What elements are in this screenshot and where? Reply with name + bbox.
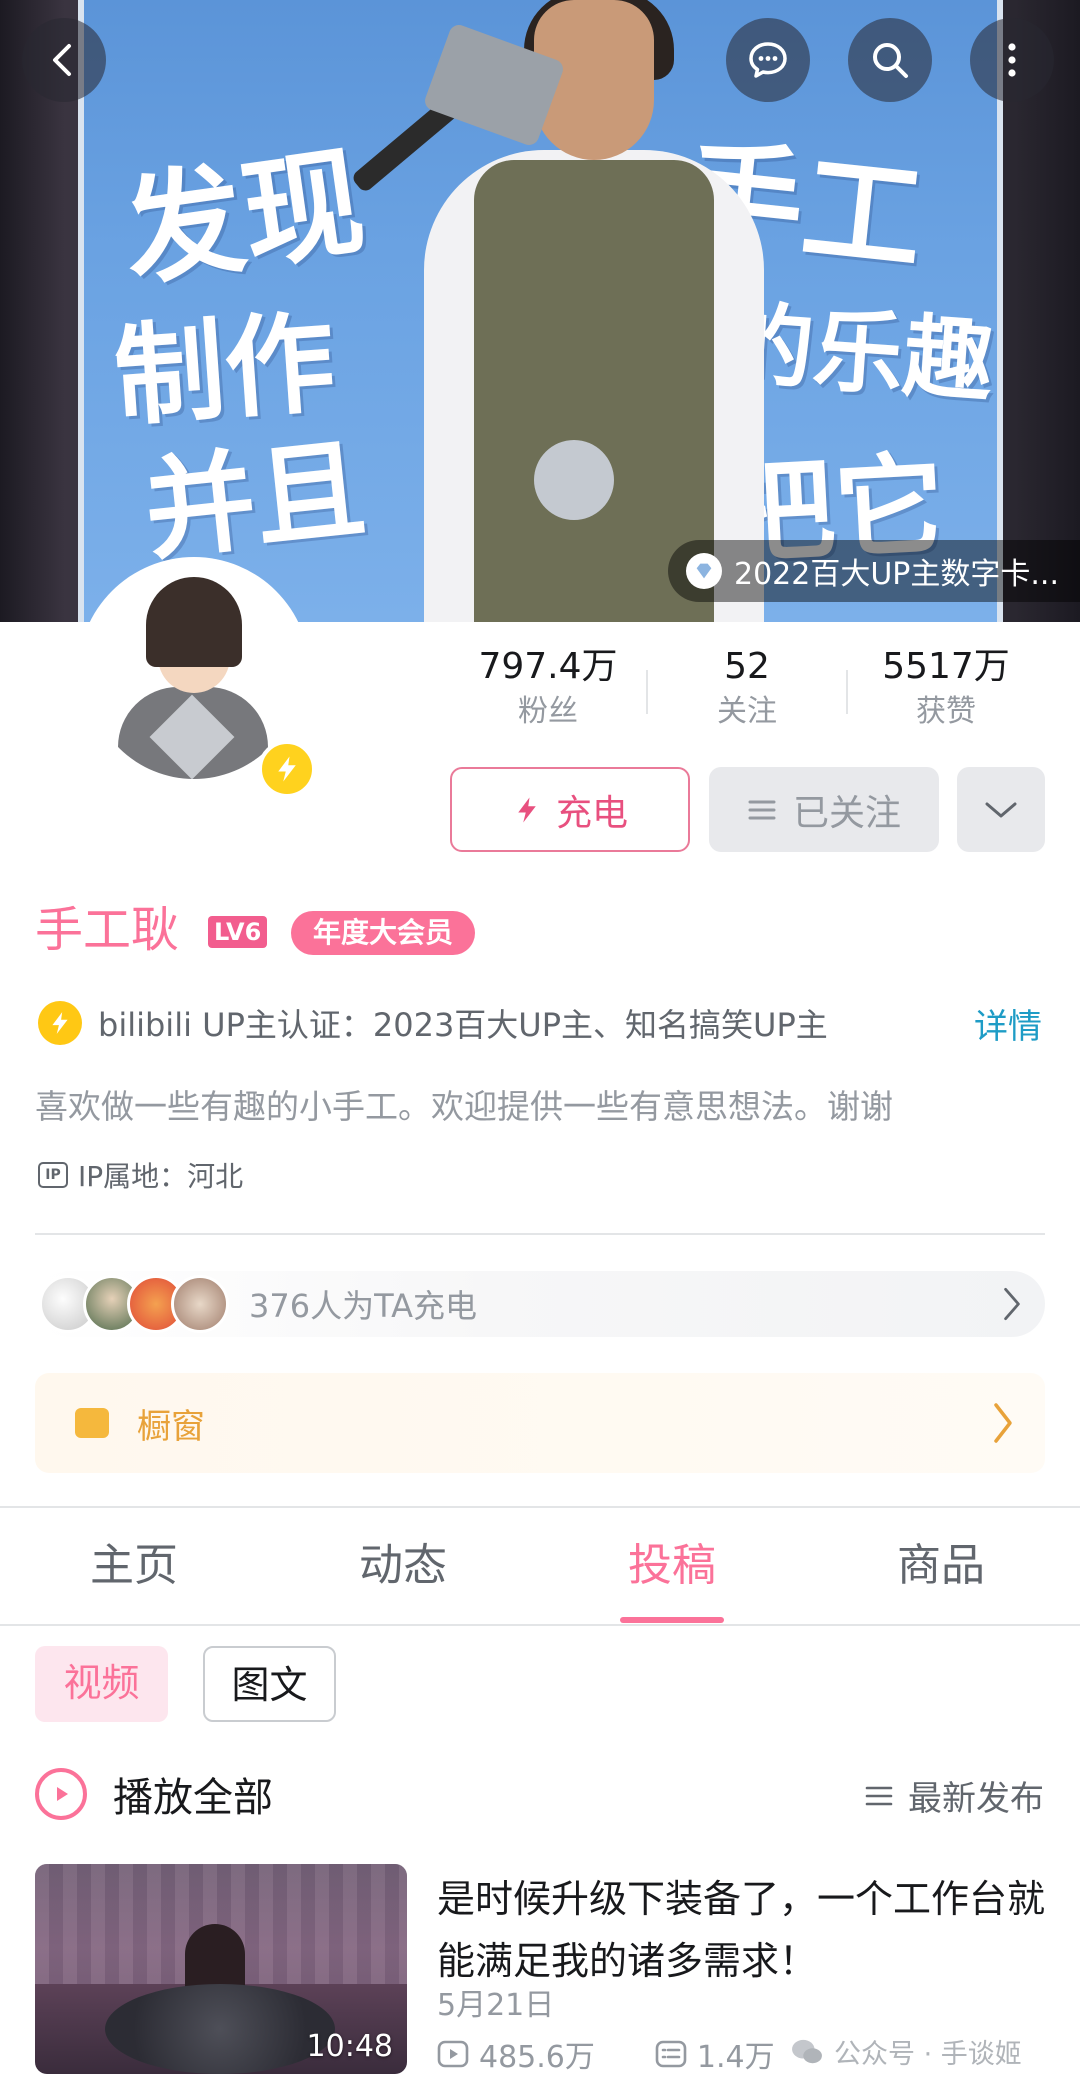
sort-label: 最新发布 [908, 1779, 1044, 1819]
tab-submissions[interactable]: 投稿 [572, 1536, 772, 1596]
banner-person [350, 0, 804, 622]
search-icon [873, 43, 908, 78]
username: 手工耿 [35, 902, 180, 958]
charging-supporters-row[interactable]: 376人为TA充电 [35, 1271, 1045, 1337]
watermark-text: 公众号 · 手谈姬 [834, 2039, 1022, 2070]
following-count: 52 [724, 646, 770, 687]
stat-likes[interactable]: 5517万 获赞 [846, 644, 1046, 734]
shop-icon [75, 1408, 109, 1438]
play-count-icon [437, 2040, 469, 2068]
watermark: 公众号 · 手谈姬 [790, 2032, 1022, 2071]
stat-following[interactable]: 52 关注 [647, 644, 847, 734]
vip-badge[interactable]: 年度大会员 [291, 911, 476, 955]
comment-count-icon [655, 2040, 687, 2068]
search-button[interactable] [848, 18, 932, 102]
ip-icon: IP [38, 1162, 68, 1188]
tab-products[interactable]: 商品 [841, 1536, 1041, 1596]
menu-lines-icon [748, 800, 776, 819]
chevron-right-icon [1004, 1287, 1020, 1321]
verification-row: bilibili UP主认证：2023百大UP主、知名搞笑UP主 [38, 1000, 828, 1046]
digital-card-label: 2022百大UP主数字卡... [734, 557, 1060, 592]
fans-label: 粉丝 [518, 694, 578, 729]
followed-button[interactable]: 已关注 [709, 767, 939, 852]
comment-count: 1.4万 [696, 2040, 775, 2075]
back-button[interactable] [22, 18, 106, 102]
likes-label: 获赞 [916, 694, 976, 729]
ip-location: IP属地：河北 [78, 1160, 244, 1193]
video-title[interactable]: 是时候升级下装备了，一个工作台就能满足我的诸多需求！ [437, 1868, 1047, 1992]
video-stats: 485.6万 1.4万 [437, 2032, 835, 2076]
video-date: 5月21日 [437, 1988, 555, 2023]
back-arrow-icon [53, 44, 71, 76]
ip-location-row: IP IP属地：河北 [38, 1155, 243, 1195]
section-divider [35, 1233, 1045, 1235]
banner-text: 并且 [138, 423, 372, 576]
tab-dynamics[interactable]: 动态 [303, 1536, 503, 1596]
more-button[interactable] [970, 18, 1054, 102]
details-link[interactable]: 详情 [974, 999, 1042, 1048]
play-all-label: 播放全部 [113, 1775, 273, 1821]
more-options-button[interactable] [957, 767, 1045, 852]
likes-count: 5517万 [882, 646, 1010, 687]
signature: 喜欢做一些有趣的小手工。欢迎提供一些有意思想法。谢谢 [35, 1087, 893, 1126]
active-tab-indicator [620, 1617, 724, 1623]
filter-image-text[interactable]: 图文 [203, 1646, 336, 1722]
wechat-icon [792, 2039, 822, 2063]
stat-fans[interactable]: 797.4万 粉丝 [448, 644, 648, 734]
chat-button[interactable] [726, 18, 810, 102]
tab-home[interactable]: 主页 [34, 1536, 234, 1596]
digital-card-badge[interactable]: 2022百大UP主数字卡... [668, 540, 1080, 602]
chevron-right-icon [994, 1403, 1012, 1443]
filter-video[interactable]: 视频 [35, 1646, 168, 1722]
profile-banner[interactable]: 发现 制作 并且 手工 的乐趣 把它 2022百大UP主数字卡... [0, 0, 1080, 622]
charging-count-text: 376人为TA充电 [249, 1287, 478, 1325]
play-icon [35, 1768, 87, 1820]
more-vertical-icon [1008, 43, 1016, 77]
level-badge: LV6 [208, 916, 268, 948]
followed-label: 已关注 [792, 792, 901, 834]
verification-text: bilibili UP主认证：2023百大UP主、知名搞笑UP主 [98, 1006, 828, 1044]
lightning-icon [518, 797, 536, 822]
video-duration: 10:48 [306, 2029, 393, 2064]
section-divider [0, 1506, 1080, 1508]
following-label: 关注 [717, 694, 777, 729]
profile-page: 发现 制作 并且 手工 的乐趣 把它 2022百大UP主数字卡... 797.4… [0, 0, 1080, 2091]
chat-icon [749, 42, 787, 78]
diamond-icon [686, 553, 722, 589]
verified-bolt-icon [38, 1001, 82, 1045]
charge-bolt-badge-icon [258, 740, 316, 798]
view-count: 485.6万 [479, 2040, 595, 2075]
sort-button[interactable]: 最新发布 [864, 1771, 1044, 1820]
shop-window-row[interactable]: 橱窗 [35, 1373, 1045, 1473]
supporter-avatar [171, 1275, 229, 1333]
fans-count: 797.4万 [478, 646, 618, 687]
charge-button[interactable]: 充电 [450, 767, 690, 852]
tab-divider [0, 1624, 1080, 1626]
charge-label: 充电 [555, 792, 628, 834]
shop-label: 橱窗 [137, 1406, 205, 1447]
list-sort-icon [865, 1786, 893, 1805]
video-thumbnail[interactable]: 10:48 [35, 1864, 407, 2074]
play-all-button[interactable]: 播放全部 [35, 1765, 273, 1823]
chevron-down-icon [985, 802, 1017, 817]
